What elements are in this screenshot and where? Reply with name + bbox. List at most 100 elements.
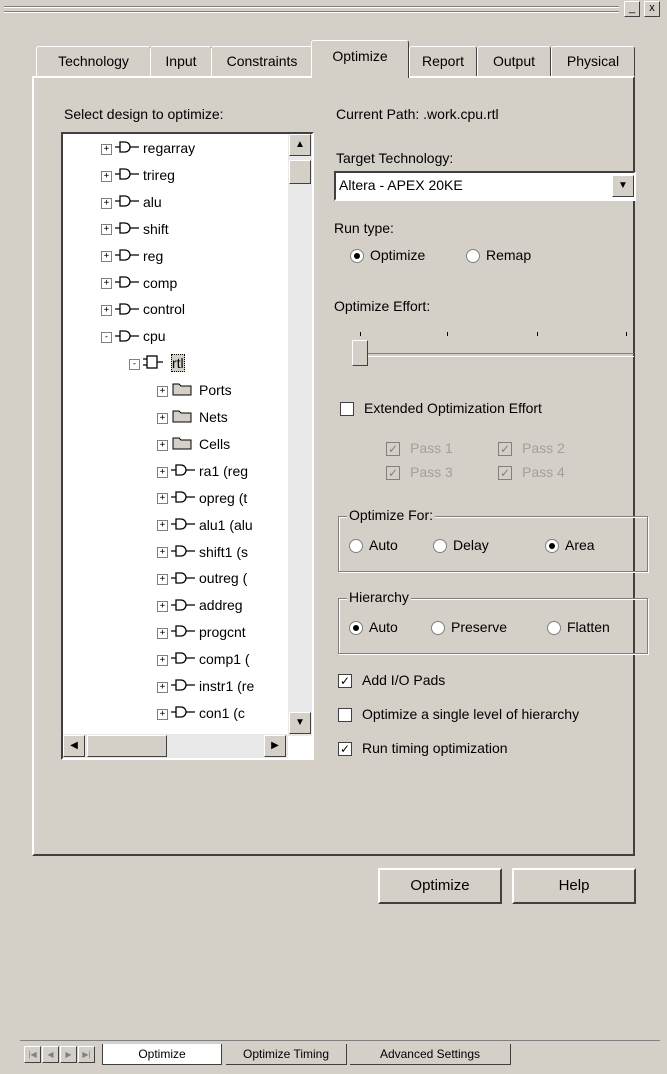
scroll-left-button[interactable]: ◀ xyxy=(63,735,85,757)
tab-optimize[interactable]: Optimize xyxy=(311,40,409,78)
expand-icon[interactable]: + xyxy=(101,251,112,263)
tree-item[interactable]: - rtl xyxy=(129,351,185,375)
expand-icon[interactable]: + xyxy=(157,385,168,397)
expand-icon[interactable]: + xyxy=(157,574,168,586)
collapse-icon[interactable]: - xyxy=(101,332,112,344)
tree-vertical-scrollbar[interactable]: ▲ ▼ xyxy=(288,134,312,736)
hierarchy-preserve-radio[interactable]: Preserve xyxy=(431,619,507,636)
slider-thumb[interactable] xyxy=(352,340,368,366)
bottom-tab-advanced-settings[interactable]: Advanced Settings xyxy=(350,1044,511,1065)
tree-item[interactable]: + Nets xyxy=(157,405,228,429)
optimize-for-area-radio[interactable]: Area xyxy=(545,537,595,554)
hierarchy-auto-radio[interactable]: Auto xyxy=(349,619,398,636)
tab-report[interactable]: Report xyxy=(409,46,477,78)
tree-item[interactable]: + Cells xyxy=(157,432,230,456)
tab-constraints[interactable]: Constraints xyxy=(211,46,313,78)
tree-item[interactable]: + comp xyxy=(101,271,177,295)
chevron-down-icon[interactable]: ▼ xyxy=(612,175,634,197)
tree-item[interactable]: + control xyxy=(101,297,185,321)
checkmark-icon[interactable]: ✓ xyxy=(338,674,352,689)
radio-icon[interactable] xyxy=(466,249,480,264)
hierarchy-flatten-radio[interactable]: Flatten xyxy=(547,619,610,636)
tree-item[interactable]: + instr1 (re xyxy=(157,674,254,698)
radio-icon[interactable] xyxy=(349,621,363,636)
last-tab-icon[interactable]: ▶| xyxy=(78,1046,95,1063)
expand-icon[interactable]: + xyxy=(101,143,112,155)
expand-icon[interactable]: + xyxy=(157,681,168,693)
expand-icon[interactable]: + xyxy=(157,654,168,666)
radio-icon[interactable] xyxy=(545,539,559,554)
expand-icon[interactable]: + xyxy=(101,305,112,317)
design-tree[interactable]: + regarray + trireg + alu + shift + reg + comp + cont… xyxy=(61,132,314,760)
target-technology-select[interactable]: Altera - APEX 20KE ▼ xyxy=(334,171,636,201)
previous-tab-icon[interactable]: ◀ xyxy=(42,1046,59,1063)
checkbox-icon[interactable] xyxy=(340,402,354,417)
tree-item[interactable]: + shift1 (s xyxy=(157,540,248,564)
checkbox-icon[interactable] xyxy=(338,708,352,723)
tab-input[interactable]: Input xyxy=(150,46,212,78)
run-type-optimize-radio[interactable]: Optimize xyxy=(350,247,425,264)
tree-item[interactable]: + alu1 (alu xyxy=(157,513,253,537)
expand-icon[interactable]: + xyxy=(157,520,168,532)
help-button[interactable]: Help xyxy=(512,868,636,904)
tree-item[interactable]: - cpu xyxy=(101,324,166,348)
close-button[interactable]: x xyxy=(644,1,660,17)
optimize-button[interactable]: Optimize xyxy=(378,868,502,904)
tree-item[interactable]: + ra1 (reg xyxy=(157,459,248,483)
optimize-for-auto-radio[interactable]: Auto xyxy=(349,537,398,554)
radio-icon[interactable] xyxy=(547,621,561,636)
tree-item[interactable]: + comp1 ( xyxy=(157,647,250,671)
scroll-thumb[interactable] xyxy=(289,160,311,184)
bottom-tab-optimize[interactable]: Optimize xyxy=(102,1044,222,1065)
bottom-tab-optimize-timing[interactable]: Optimize Timing xyxy=(226,1044,347,1065)
tab-output[interactable]: Output xyxy=(477,46,551,78)
tree-item[interactable]: + regarray xyxy=(101,136,195,160)
add-io-pads-checkbox[interactable]: ✓ Add I/O Pads xyxy=(338,672,445,689)
radio-icon[interactable] xyxy=(349,539,363,554)
expand-icon[interactable]: + xyxy=(101,224,112,236)
tree-item[interactable]: + opreg (t xyxy=(157,486,247,510)
tree-item[interactable]: + progcnt xyxy=(157,620,246,644)
expand-icon[interactable]: + xyxy=(157,708,168,720)
optimize-for-delay-radio[interactable]: Delay xyxy=(433,537,489,554)
scroll-down-button[interactable]: ▼ xyxy=(289,712,311,734)
single-level-hierarchy-checkbox[interactable]: Optimize a single level of hierarchy xyxy=(338,706,579,723)
tree-item[interactable]: + Ports xyxy=(157,378,232,402)
minimize-button[interactable]: _ xyxy=(624,1,640,17)
tree-item[interactable]: + con1 (c xyxy=(157,701,245,725)
expand-icon[interactable]: + xyxy=(101,278,112,290)
expand-icon[interactable]: + xyxy=(101,170,112,182)
expand-icon[interactable]: + xyxy=(157,439,168,451)
radio-icon[interactable] xyxy=(350,249,364,264)
tree-item[interactable]: + outreg ( xyxy=(157,566,247,590)
collapse-icon[interactable]: - xyxy=(129,358,140,370)
scroll-up-button[interactable]: ▲ xyxy=(289,134,311,156)
run-type-remap-radio[interactable]: Remap xyxy=(466,247,531,264)
tab-technology[interactable]: Technology xyxy=(36,46,151,78)
tab-physical[interactable]: Physical xyxy=(551,46,635,78)
extended-effort-checkbox[interactable]: Extended Optimization Effort xyxy=(340,400,542,417)
first-tab-icon[interactable]: |◀ xyxy=(24,1046,41,1063)
expand-icon[interactable]: + xyxy=(157,493,168,505)
checkmark-icon[interactable]: ✓ xyxy=(338,742,352,757)
next-tab-icon[interactable]: ▶ xyxy=(60,1046,77,1063)
tree-item[interactable]: + reg xyxy=(101,244,163,268)
tree-item[interactable]: + trireg xyxy=(101,163,175,187)
expand-icon[interactable]: + xyxy=(157,601,168,613)
run-timing-optimization-checkbox[interactable]: ✓ Run timing optimization xyxy=(338,740,508,757)
tree-item[interactable]: + shift xyxy=(101,217,169,241)
expand-icon[interactable]: + xyxy=(157,547,168,559)
radio-icon[interactable] xyxy=(431,621,445,636)
expand-icon[interactable]: + xyxy=(157,466,168,478)
optimize-effort-slider[interactable] xyxy=(350,326,636,370)
expand-icon[interactable]: + xyxy=(157,627,168,639)
tree-horizontal-scrollbar[interactable]: ◀ ▶ xyxy=(63,734,288,758)
scroll-right-button[interactable]: ▶ xyxy=(264,735,286,757)
expand-icon[interactable]: + xyxy=(101,197,112,209)
horizontal-scroll-thumb[interactable] xyxy=(87,735,167,757)
tree-item-label: control xyxy=(143,301,186,318)
radio-icon[interactable] xyxy=(433,539,447,554)
tree-item[interactable]: + alu xyxy=(101,190,162,214)
expand-icon[interactable]: + xyxy=(157,412,168,424)
tree-item[interactable]: + addreg xyxy=(157,593,243,617)
